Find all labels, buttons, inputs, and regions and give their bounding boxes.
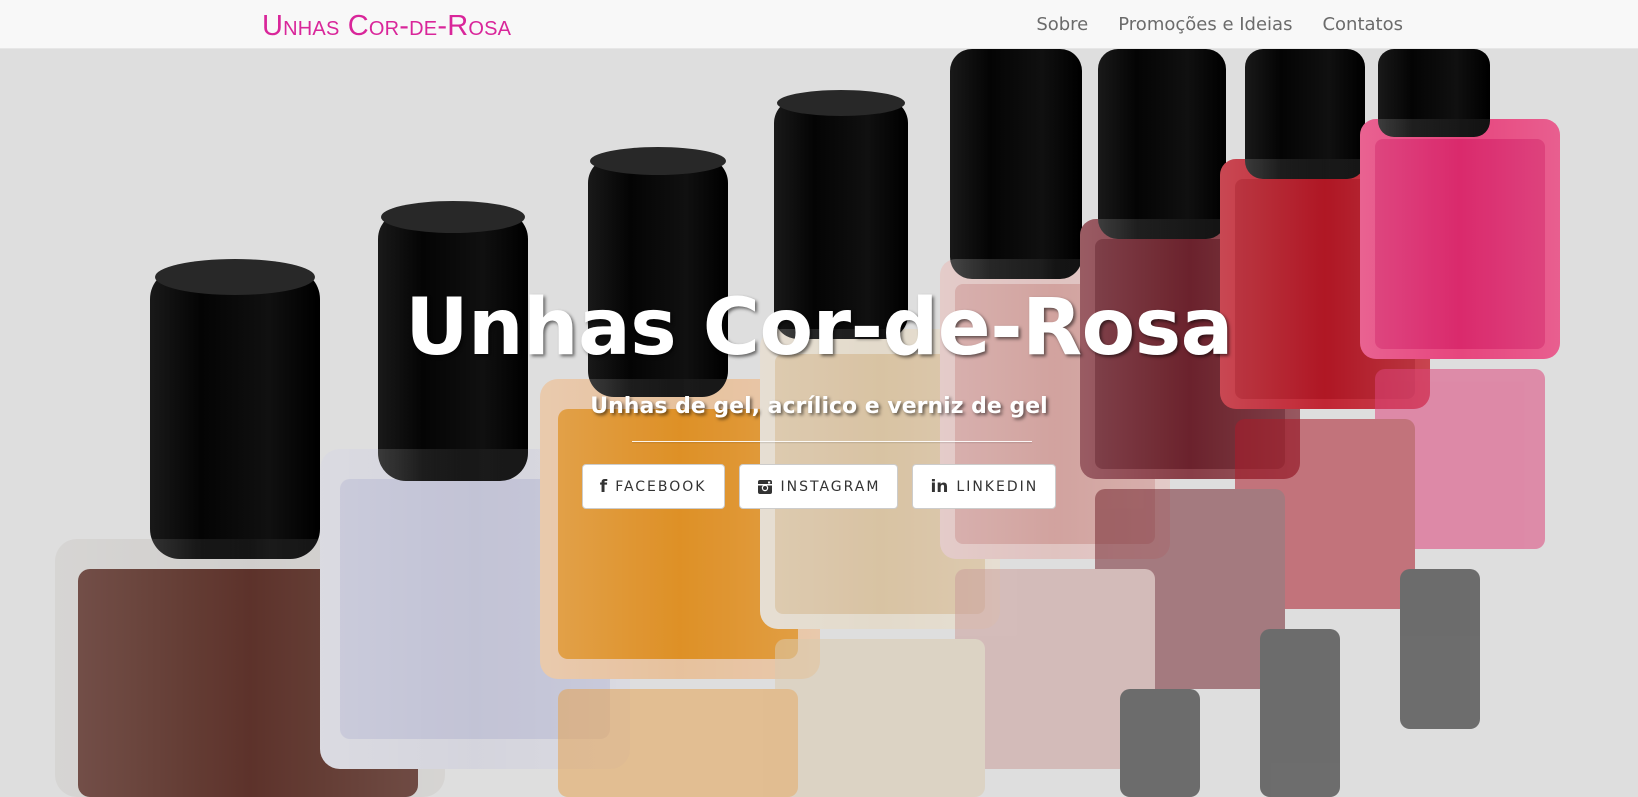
facebook-label: FACEBOOK bbox=[615, 478, 707, 495]
hero-divider bbox=[632, 441, 1032, 442]
nav-link-sobre[interactable]: Sobre bbox=[1036, 14, 1088, 35]
instagram-button[interactable]: INSTAGRAM bbox=[738, 464, 899, 509]
social-buttons: f FACEBOOK INSTAGRAM in LINKEDIN bbox=[0, 464, 1638, 509]
facebook-icon: f bbox=[599, 476, 608, 497]
nav-link-contatos[interactable]: Contatos bbox=[1322, 14, 1403, 35]
top-navbar: Unhas Cor-de-Rosa Sobre Promoções e Idei… bbox=[0, 0, 1638, 49]
nav-item-promocoes: Promoções e Ideias bbox=[1118, 14, 1292, 35]
nav-link-promocoes[interactable]: Promoções e Ideias bbox=[1118, 14, 1292, 35]
nav-item-sobre: Sobre bbox=[1036, 14, 1088, 35]
hero-section: Unhas Cor-de-Rosa Unhas de gel, acrílico… bbox=[0, 49, 1638, 797]
hero-background-image bbox=[0, 49, 1638, 797]
brand-logo-link[interactable]: Unhas Cor-de-Rosa bbox=[262, 10, 511, 42]
nav-item-contatos: Contatos bbox=[1322, 14, 1403, 35]
nav-menu: Sobre Promoções e Ideias Contatos bbox=[1036, 0, 1403, 48]
hero-title: Unhas Cor-de-Rosa bbox=[405, 283, 1233, 373]
instagram-icon bbox=[757, 479, 773, 495]
hero-subtitle: Unhas de gel, acrílico e verniz de gel bbox=[590, 394, 1048, 419]
linkedin-button[interactable]: in LINKEDIN bbox=[912, 464, 1057, 509]
linkedin-icon: in bbox=[930, 476, 949, 497]
instagram-label: INSTAGRAM bbox=[780, 478, 881, 495]
linkedin-label: LINKEDIN bbox=[956, 478, 1039, 495]
facebook-button[interactable]: f FACEBOOK bbox=[581, 464, 725, 509]
